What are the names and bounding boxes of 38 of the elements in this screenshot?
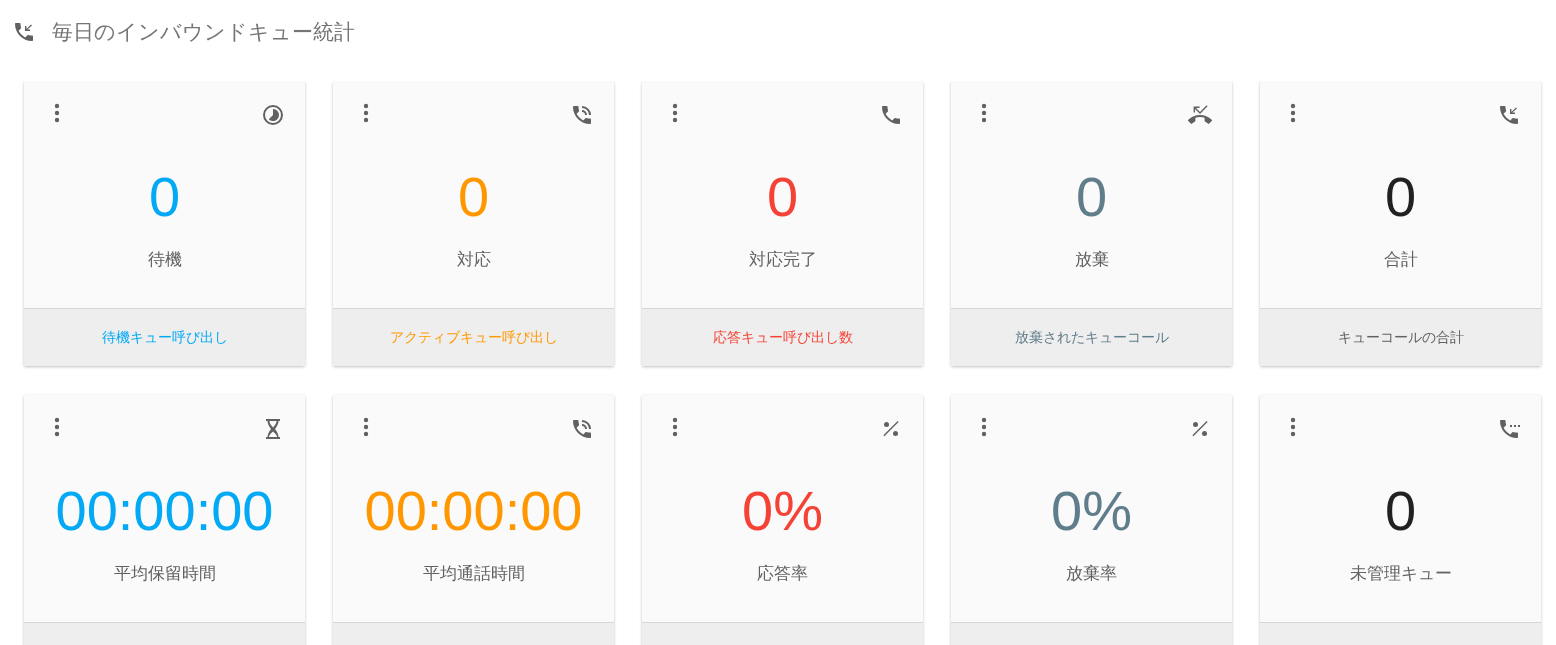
stat-label: 対応 [456,248,491,271]
more-icon[interactable] [672,416,678,437]
clock-icon [261,102,285,127]
more-icon[interactable] [672,102,678,123]
page-title: 毎日のインバウンドキュー統計 [52,19,355,45]
stat-value: 0 [457,168,490,225]
stat-value: 00:00:00 [364,482,583,539]
stat-value: 0% [1051,482,1132,539]
stat-value: 00:00:00 [55,482,274,539]
stat-label: 待機 [147,248,182,271]
stat-label: 合計 [1383,248,1418,271]
footer-text: 放棄されたキューコール [1014,327,1169,347]
footer-text: 待機キュー呼び出し [101,327,228,347]
stat-value: 0 [766,168,799,225]
more-icon[interactable] [981,416,987,437]
more-icon[interactable] [363,102,369,123]
stat-label: 未管理キュー [1349,562,1452,585]
stat-label: 平均保留時間 [113,562,216,585]
footer-text: キューコールの合計 [1337,327,1464,347]
more-icon[interactable] [1290,102,1296,123]
more-icon[interactable] [54,102,60,123]
footer-text: 応答キュー呼び出し数 [712,327,853,347]
stat-value: 0 [1075,168,1108,225]
stat-label: 対応完了 [748,248,817,271]
stat-value: 0 [1384,168,1417,225]
missed-call-icon [1188,102,1212,127]
stat-label: 放棄率 [1066,562,1117,585]
more-icon[interactable] [54,416,60,437]
stat-value: 0 [1384,482,1417,539]
footer-text: アクティブキュー呼び出し [389,327,558,347]
more-icon[interactable] [363,416,369,437]
stat-value: 0% [742,482,823,539]
more-icon[interactable] [981,102,987,123]
stat-value: 0 [148,168,181,225]
stat-label: 平均通話時間 [422,562,525,585]
stat-label: 放棄 [1074,248,1109,271]
stat-label: 応答率 [757,562,808,585]
more-icon[interactable] [1290,416,1296,437]
